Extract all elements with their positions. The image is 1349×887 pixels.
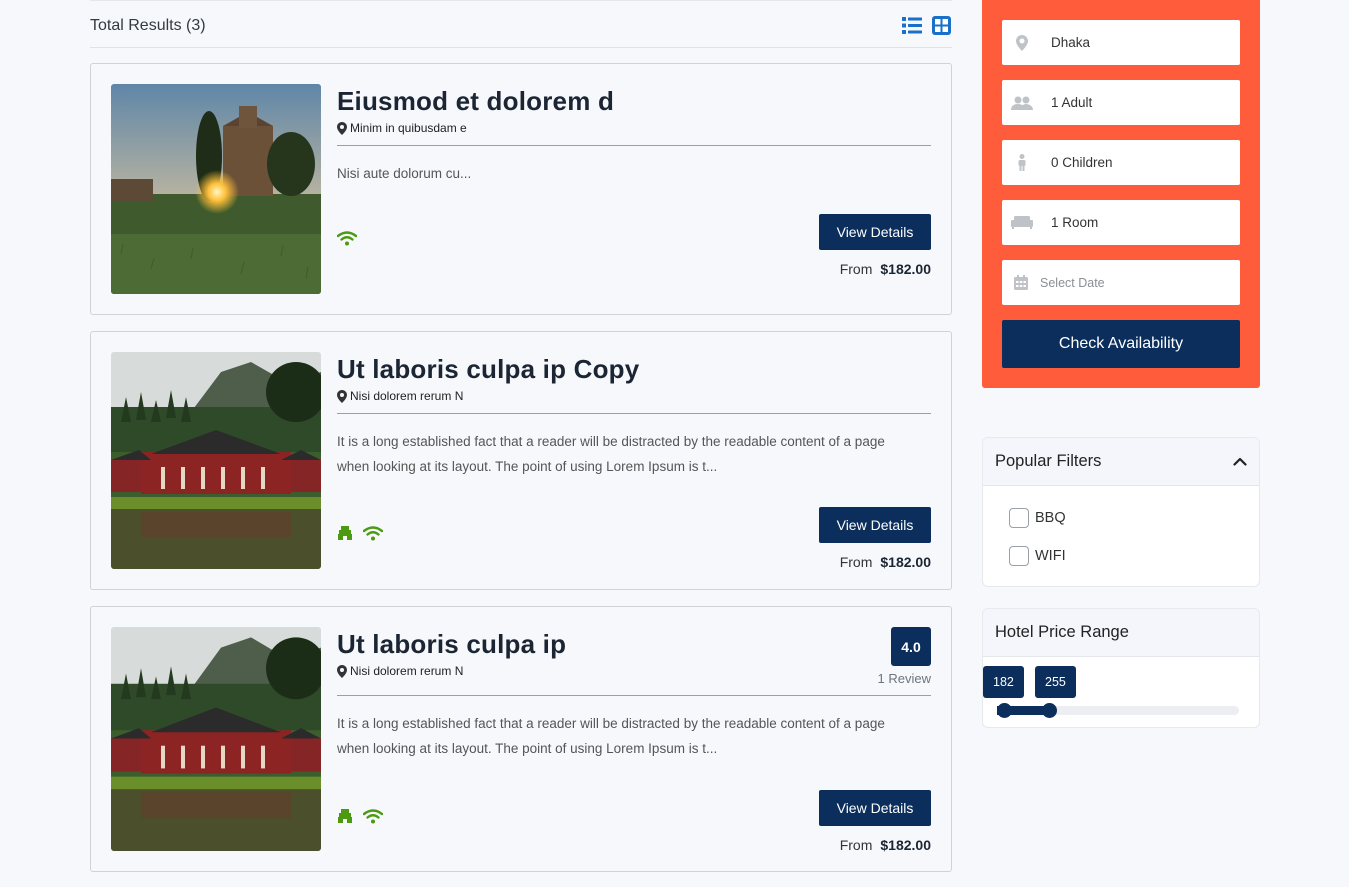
divider — [337, 413, 931, 414]
price-value: $182.00 — [880, 837, 931, 853]
results-header: Total Results (3) — [90, 0, 952, 48]
view-toggle — [902, 16, 952, 35]
price-prefix: From — [839, 554, 873, 570]
calendar-icon — [1002, 275, 1040, 290]
hotel-description: It is a long established fact that a rea… — [337, 434, 885, 474]
wifi-icon — [363, 809, 383, 824]
divider — [337, 695, 931, 696]
bbq-icon — [338, 809, 352, 823]
filter-option-wifi[interactable]: WIFI — [1009, 546, 1066, 566]
view-details-button[interactable]: View Details — [819, 790, 931, 826]
price-prefix: From — [839, 837, 873, 853]
wifi-checkbox[interactable] — [1009, 546, 1029, 566]
price-value: $182.00 — [880, 554, 931, 570]
price-range-panel: Hotel Price Range 182 255 — [982, 608, 1260, 728]
min-price-badge: 182 — [983, 666, 1024, 698]
total-results: Total Results (3) — [90, 17, 206, 34]
couch-icon — [1002, 216, 1042, 229]
filter-option-bbq[interactable]: BBQ — [1009, 508, 1066, 528]
hotel-location: Nisi dolorem rerum N — [337, 664, 463, 678]
search-form: Dhaka 1 Adult 0 Children 1 Room Select D… — [982, 0, 1260, 388]
hotel-image[interactable] — [111, 352, 321, 569]
rooms-field[interactable]: 1 Room — [1002, 200, 1240, 245]
hotel-location-text: Nisi dolorem rerum N — [350, 664, 464, 678]
popular-filters-header[interactable]: Popular Filters — [983, 438, 1259, 486]
rating-badge: 4.0 — [891, 627, 931, 666]
date-placeholder: Select Date — [1040, 275, 1105, 290]
hotel-price: From $182.00 — [840, 261, 931, 277]
date-field[interactable]: Select Date — [1002, 260, 1240, 305]
adults-value: 1 Adult — [1051, 95, 1093, 110]
max-price-badge: 255 — [1035, 666, 1076, 698]
wifi-icon — [337, 231, 357, 246]
hotel-card: Ut laboris culpa ip Nisi dolorem rerum N… — [90, 606, 952, 872]
divider — [337, 145, 931, 146]
wifi-icon — [363, 526, 383, 541]
price-range-header: Hotel Price Range — [983, 609, 1259, 657]
hotel-title[interactable]: Eiusmod et dolorem d — [337, 86, 614, 117]
hotel-price: From $182.00 — [840, 554, 931, 570]
child-icon — [1002, 154, 1042, 171]
rooms-value: 1 Room — [1051, 215, 1099, 230]
filter-label: BBQ — [1035, 510, 1066, 526]
adults-field[interactable]: 1 Adult — [1002, 80, 1240, 125]
popular-filters-panel: Popular Filters BBQ WIFI — [982, 437, 1260, 587]
view-details-button[interactable]: View Details — [819, 507, 931, 543]
amenities — [337, 808, 383, 824]
price-value: $182.00 — [880, 261, 931, 277]
amenities — [337, 230, 357, 246]
map-marker-icon — [337, 121, 347, 135]
hotel-title[interactable]: Ut laboris culpa ip — [337, 629, 566, 660]
min-price-handle[interactable] — [997, 703, 1012, 718]
users-icon — [1002, 96, 1042, 110]
price-range-title: Hotel Price Range — [995, 623, 1129, 641]
hotel-image[interactable] — [111, 84, 321, 294]
hotel-price: From $182.00 — [840, 837, 931, 853]
max-price-handle[interactable] — [1042, 703, 1058, 718]
review-count[interactable]: 1 Review — [878, 671, 931, 686]
chevron-up-icon[interactable] — [1233, 452, 1247, 471]
list-view-icon[interactable] — [902, 16, 922, 35]
hotel-card: Ut laboris culpa ip Copy Nisi dolorem re… — [90, 331, 952, 590]
grid-view-icon[interactable] — [932, 16, 952, 35]
price-prefix: From — [839, 261, 873, 277]
hotel-location: Minim in quibusdam e — [337, 121, 467, 135]
filter-label: WIFI — [1035, 548, 1066, 564]
bbq-icon — [338, 526, 352, 540]
hotel-description: It is a long established fact that a rea… — [337, 716, 885, 756]
amenities — [337, 525, 383, 541]
map-marker-icon — [337, 664, 347, 678]
price-slider-track[interactable] — [997, 703, 1239, 718]
map-marker-icon — [337, 389, 347, 403]
hotel-location-text: Minim in quibusdam e — [350, 121, 467, 135]
hotel-description: Nisi aute dolorum cu... — [337, 166, 472, 181]
location-value: Dhaka — [1051, 35, 1091, 50]
hotel-image[interactable] — [111, 627, 321, 851]
location-field[interactable]: Dhaka — [1002, 20, 1240, 65]
hotel-location-text: Nisi dolorem rerum N — [350, 389, 464, 403]
bbq-checkbox[interactable] — [1009, 508, 1029, 528]
children-value: 0 Children — [1051, 155, 1113, 170]
check-availability-button[interactable]: Check Availability — [1002, 320, 1240, 368]
hotel-title[interactable]: Ut laboris culpa ip Copy — [337, 354, 639, 385]
view-details-button[interactable]: View Details — [819, 214, 931, 250]
children-field[interactable]: 0 Children — [1002, 140, 1240, 185]
map-marker-icon — [1002, 34, 1042, 51]
popular-filters-title: Popular Filters — [995, 452, 1102, 470]
hotel-card: Eiusmod et dolorem d Minim in quibusdam … — [90, 63, 952, 315]
hotel-location: Nisi dolorem rerum N — [337, 389, 463, 403]
